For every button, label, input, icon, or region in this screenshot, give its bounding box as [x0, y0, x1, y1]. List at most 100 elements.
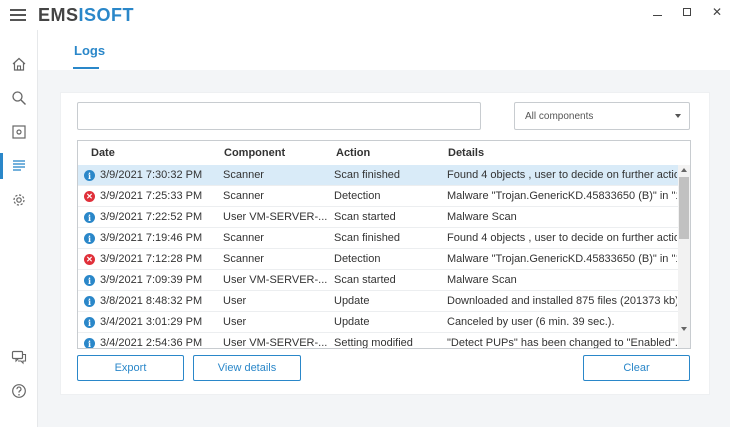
sidebar: [0, 30, 38, 427]
chat-icon: [11, 350, 27, 365]
row-date: 3/9/2021 7:22:52 PM: [100, 211, 203, 223]
export-button[interactable]: Export: [77, 355, 184, 381]
row-date: 3/4/2021 2:54:36 PM: [100, 337, 203, 349]
gear-icon: [13, 194, 25, 206]
sidebar-item-logs[interactable]: [0, 153, 38, 179]
sidebar-item-help[interactable]: [0, 378, 38, 404]
row-component: Scanner: [223, 169, 264, 181]
page-header: Logs: [38, 30, 730, 70]
close-button[interactable]: ✕: [702, 2, 730, 22]
row-details: Downloaded and installed 875 files (2013…: [447, 295, 677, 307]
maximize-icon: [683, 8, 691, 16]
row-details: Malware "Trojan.GenericKD.45833650 (B)" …: [447, 190, 677, 202]
chevron-down-icon: [675, 114, 681, 118]
column-header-action[interactable]: Action: [336, 147, 370, 159]
table-row[interactable]: i 3/9/2021 7:09:39 PM User VM-SERVER-... Sc…: [78, 270, 678, 291]
table-row[interactable]: i 3/9/2021 7:19:46 PM Scanner Scan finished…: [78, 228, 678, 249]
table-row[interactable]: i 3/8/2021 8:48:32 PM User Update Downloaded…: [78, 291, 678, 312]
row-component: User: [223, 295, 247, 307]
column-header-date[interactable]: Date: [91, 147, 115, 159]
row-component: Scanner: [223, 190, 264, 202]
error-icon: ✕: [84, 254, 95, 265]
tab-active-underline: [73, 67, 99, 69]
row-component: User: [223, 316, 247, 328]
row-action: Setting modified: [334, 337, 413, 349]
row-action: Update: [334, 295, 370, 307]
info-icon: i: [84, 170, 95, 181]
row-details: Malware Scan: [447, 274, 517, 286]
info-icon: i: [84, 296, 95, 307]
row-action: Scan started: [334, 274, 396, 286]
info-icon: i: [84, 338, 95, 348]
tab-logs[interactable]: Logs: [74, 43, 105, 58]
row-date: 3/9/2021 7:25:33 PM: [100, 190, 203, 202]
row-component: Scanner: [223, 253, 264, 265]
scroll-down-icon[interactable]: [681, 327, 687, 331]
table-header: Date Component Action Details: [78, 141, 690, 165]
sidebar-item-quarantine[interactable]: [0, 119, 38, 145]
error-icon: ✕: [84, 191, 95, 202]
info-icon: i: [84, 212, 95, 223]
row-action: Detection: [334, 190, 381, 202]
logo-suffix: ISOFT: [78, 5, 135, 25]
row-details: Found 4 objects , user to decide on furt…: [447, 169, 677, 181]
row-details: Found 4 objects , user to decide on furt…: [447, 232, 677, 244]
table-row[interactable]: i 3/9/2021 7:22:52 PM User VM-SERVER-... Sc…: [78, 207, 678, 228]
table-row[interactable]: i 3/4/2021 2:54:36 PM User VM-SERVER-... Se…: [78, 333, 678, 349]
row-date: 3/9/2021 7:09:39 PM: [100, 274, 203, 286]
help-icon: [12, 384, 26, 398]
row-action: Scan finished: [334, 232, 401, 244]
menu-icon[interactable]: [10, 9, 26, 21]
table-row[interactable]: i 3/4/2021 3:01:29 PM User Update Canceled b…: [78, 312, 678, 333]
search-input[interactable]: [77, 102, 481, 130]
table-row[interactable]: ✕ 3/9/2021 7:25:33 PM Scanner Detection Malw…: [78, 186, 678, 207]
logo-prefix: EMS: [38, 5, 79, 25]
row-date: 3/9/2021 7:12:28 PM: [100, 253, 203, 265]
scrollbar-thumb[interactable]: [679, 177, 689, 239]
clear-button[interactable]: Clear: [583, 355, 690, 381]
row-details: Canceled by user (6 min. 39 sec.).: [447, 316, 615, 328]
component-filter-value: All components: [525, 111, 594, 122]
row-action: Scan started: [334, 211, 396, 223]
info-icon: i: [84, 275, 95, 286]
component-filter-dropdown[interactable]: All components: [514, 102, 690, 130]
logs-icon: [13, 160, 25, 171]
maximize-button[interactable]: [672, 2, 702, 22]
home-icon: [12, 57, 26, 71]
view-details-button[interactable]: View details: [193, 355, 301, 381]
row-date: 3/8/2021 8:48:32 PM: [100, 295, 203, 307]
search-icon: [12, 91, 26, 105]
minimize-button[interactable]: [642, 2, 672, 22]
logs-table: Date Component Action Details i 3/9/2021 …: [77, 140, 691, 349]
row-component: User VM-SERVER-...: [223, 337, 327, 349]
row-date: 3/4/2021 3:01:29 PM: [100, 316, 203, 328]
row-component: User VM-SERVER-...: [223, 274, 327, 286]
row-action: Update: [334, 316, 370, 328]
row-date: 3/9/2021 7:19:46 PM: [100, 232, 203, 244]
info-icon: i: [84, 317, 95, 328]
row-component: Scanner: [223, 232, 264, 244]
sidebar-item-home[interactable]: [0, 51, 38, 77]
sidebar-item-support[interactable]: [0, 344, 38, 370]
sidebar-item-settings[interactable]: [0, 187, 38, 213]
row-details: Malware "Trojan.GenericKD.45833650 (B)" …: [447, 253, 677, 265]
sidebar-item-scan[interactable]: [0, 85, 38, 111]
table-row[interactable]: i 3/9/2021 7:30:32 PM Scanner Scan finished…: [78, 165, 678, 186]
scroll-up-icon[interactable]: [681, 168, 687, 172]
quarantine-icon: [12, 125, 26, 139]
row-date: 3/9/2021 7:30:32 PM: [100, 169, 203, 181]
info-icon: i: [84, 233, 95, 244]
app-logo: EMSISOFT: [38, 5, 134, 26]
row-component: User VM-SERVER-...: [223, 211, 327, 223]
close-icon: ✕: [711, 5, 723, 19]
minimize-icon: [652, 14, 662, 16]
table-row[interactable]: ✕ 3/9/2021 7:12:28 PM Scanner Detection Malw…: [78, 249, 678, 270]
row-action: Scan finished: [334, 169, 401, 181]
vertical-scrollbar[interactable]: [678, 165, 690, 348]
column-header-details[interactable]: Details: [448, 147, 484, 159]
column-header-component[interactable]: Component: [224, 147, 285, 159]
row-action: Detection: [334, 253, 381, 265]
row-details: Malware Scan: [447, 211, 517, 223]
title-bar: EMSISOFT ✕: [0, 0, 730, 30]
row-details: "Detect PUPs" has been changed to "Enabl…: [447, 337, 677, 349]
